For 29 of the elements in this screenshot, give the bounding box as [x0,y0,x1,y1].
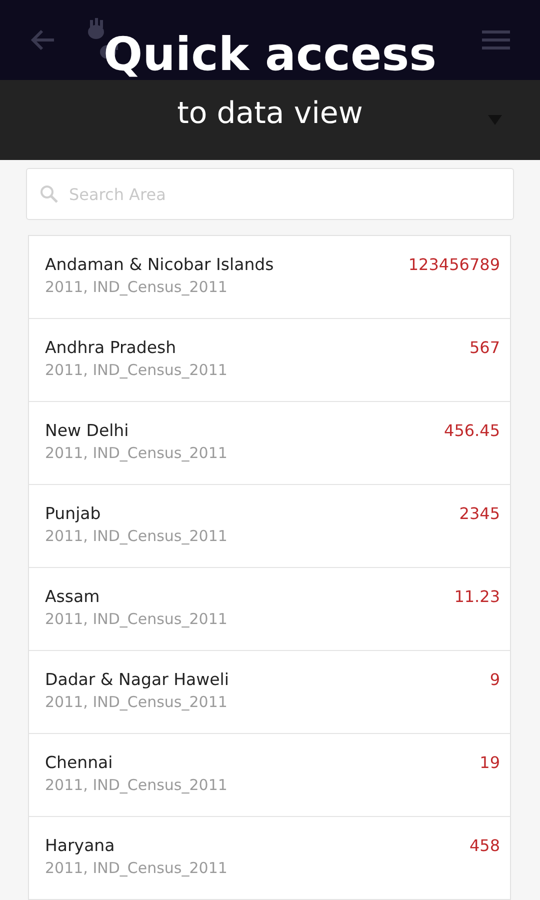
menu-icon[interactable] [482,30,510,50]
area-source: 2011, IND_Census_2011 [45,775,228,796]
area-value: 11.23 [454,586,500,608]
area-source: 2011, IND_Census_2011 [45,277,228,298]
area-name[interactable]: Andhra Pradesh [45,337,228,359]
area-source: 2011, IND_Census_2011 [45,526,228,547]
area-value: 456.45 [444,420,500,442]
promo-subline: to data view [177,95,363,133]
area-name[interactable]: Dadar & Nagar Haweli [45,669,229,691]
promo-headline: Quick access [103,26,437,82]
area-source: 2011, IND_Census_2011 [45,692,228,713]
area-value: 567 [469,337,500,359]
area-value: 123456789 [408,254,500,276]
area-source: 2011, IND_Census_2011 [45,360,228,381]
area-source: 2011, IND_Census_2011 [45,609,228,630]
area-name[interactable]: Haryana [45,835,228,857]
area-value: 458 [469,835,500,857]
area-name[interactable]: New Delhi [45,420,228,442]
area-name[interactable]: Chennai [45,752,228,774]
area-name[interactable]: Andaman & Nicobar Islands [45,254,274,276]
search-icon [40,185,58,203]
area-source: 2011, IND_Census_2011 [45,858,228,879]
back-icon[interactable] [30,29,56,51]
area-source: 2011, IND_Census_2011 [45,443,228,464]
area-name[interactable]: Punjab [45,503,228,525]
area-value: 9 [490,669,500,691]
area-name[interactable]: Assam [45,586,228,608]
area-value: 2345 [459,503,500,525]
area-value: 19 [480,752,500,774]
